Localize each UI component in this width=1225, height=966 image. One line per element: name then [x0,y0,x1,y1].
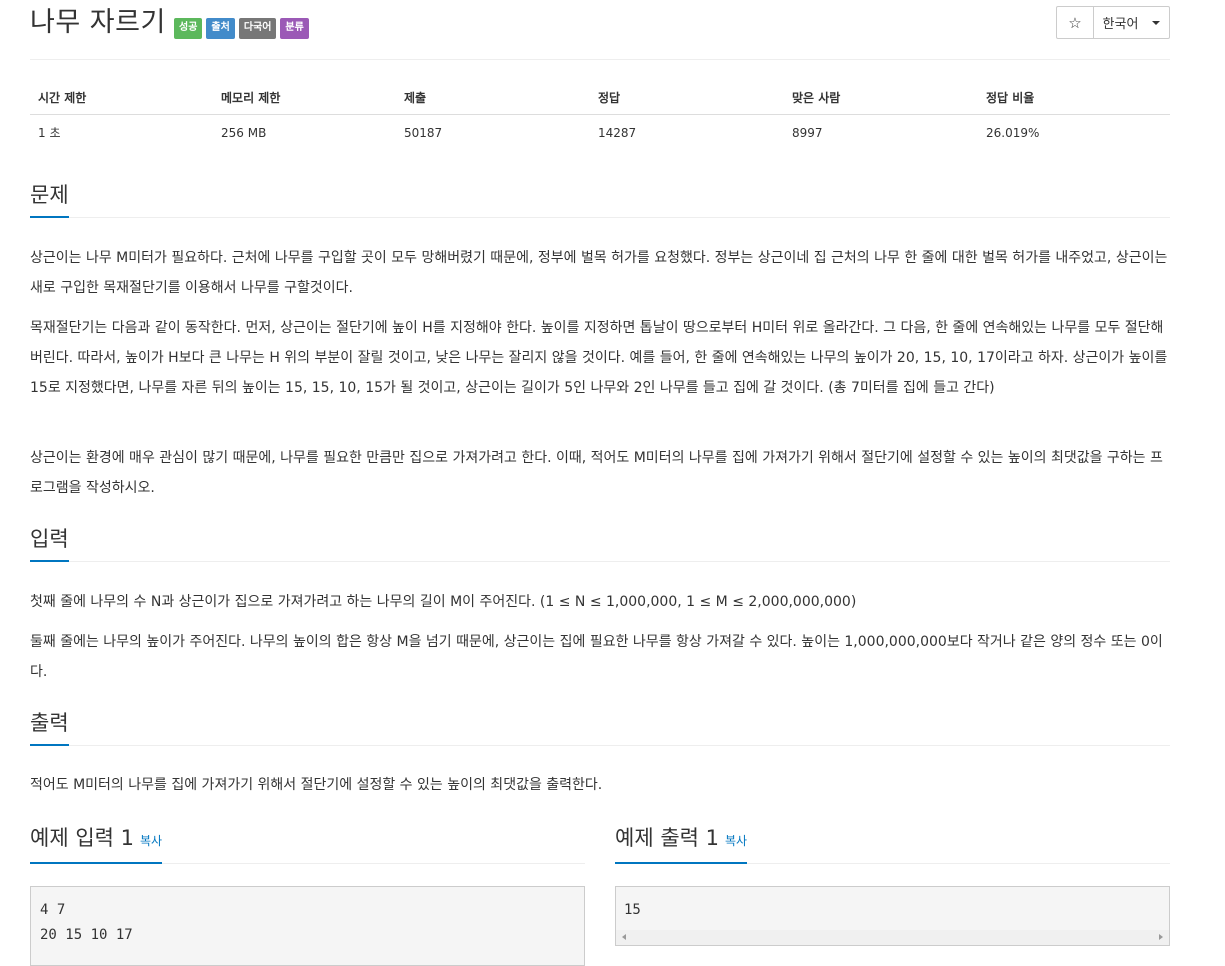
header-button-group: ☆ 한국어 [1056,6,1170,39]
submissions-value: 50187 [404,125,443,140]
language-dropdown[interactable]: 한국어 [1093,6,1170,39]
problem-heading: 문제 [30,181,69,218]
scroll-right-arrow-icon[interactable] [1159,934,1163,940]
header-solved-users: 맞은 사람 [784,80,978,115]
sample-output-box[interactable]: 15 [615,886,1170,946]
caret-down-icon [1152,20,1161,25]
input-heading: 입력 [30,525,69,562]
input-paragraph-1: 첫째 줄에 나무의 수 N과 상근이가 집으로 가져가려고 하는 나무의 길이 … [30,594,857,610]
sample-output-heading: 예제 출력 1 복사 [615,824,748,864]
input-paragraph-2: 둘째 줄에는 나무의 높이가 주어진다. 나무의 높이의 합은 항상 M을 넘기… [30,634,1163,680]
problem-paragraph-3: 상근이는 환경에 매우 관심이 많기 때문에, 나무를 필요한 만큼만 집으로 … [30,450,1163,496]
output-heading: 출력 [30,709,69,746]
problem-paragraph-1: 상근이는 나무 M미터가 필요하다. 근처에 나무를 구입할 곳이 모두 망해버… [30,250,1168,296]
sample-input-box[interactable]: 4 7 20 15 10 17 [30,886,585,966]
label-category[interactable]: 분류 [280,18,309,39]
table-header-row: 시간 제한 메모리 제한 제출 정답 맞은 사람 정답 비율 [30,80,1170,115]
header-time-limit: 시간 제한 [30,80,213,115]
header-submissions: 제출 [396,80,590,115]
copy-sample-input-link[interactable]: 복사 [140,834,162,848]
output-section-headline: 출력 [30,708,1170,746]
scroll-left-arrow-icon[interactable] [622,934,626,940]
input-section-headline: 입력 [30,524,1170,562]
sample-input-heading: 예제 입력 1 복사 [30,824,163,864]
sample-output-headline: 예제 출력 1 복사 [615,823,1170,864]
language-label: 한국어 [1102,17,1139,32]
problem-labels: 성공 출처 다국어 분류 [174,18,309,39]
sample-input-title: 예제 입력 1 [30,826,134,850]
favorite-button[interactable]: ☆ [1056,6,1094,39]
copy-sample-output-link[interactable]: 복사 [725,834,747,848]
sample-input-line-2: 20 15 10 17 [40,927,133,943]
label-source[interactable]: 출처 [206,18,235,39]
header-accept-rate: 정답 비율 [978,80,1170,115]
horizontal-scrollbar[interactable] [616,930,1169,945]
header-divider [30,59,1170,60]
sample-output-title: 예제 출력 1 [615,826,719,850]
title-row: 나무 자르기 성공 출처 다국어 분류 ☆ 한국어 [30,6,1170,46]
time-limit-value: 1 초 [38,126,61,140]
accepted-value: 14287 [598,125,637,140]
sample-input-headline: 예제 입력 1 복사 [30,823,585,864]
table-row: 1 초 256 MB 50187 14287 8997 26.019% [30,115,1170,151]
memory-limit-value: 256 MB [221,125,267,140]
header-memory-limit: 메모리 제한 [213,80,396,115]
page-title: 나무 자르기 [30,7,166,38]
label-multilang[interactable]: 다국어 [238,18,277,39]
problem-info-table: 시간 제한 메모리 제한 제출 정답 맞은 사람 정답 비율 1 초 256 M… [30,80,1170,150]
header-accepted: 정답 [590,80,784,115]
problem-paragraph-2: 목재절단기는 다음과 같이 동작한다. 먼저, 상근이는 절단기에 높이 H를 … [30,320,1168,396]
sample-output-line-1: 15 [624,902,641,918]
sample-input-line-1: 4 7 [40,902,66,918]
solved-users-value: 8997 [792,125,823,140]
star-outline-icon: ☆ [1068,13,1082,32]
label-success[interactable]: 성공 [174,18,203,39]
accept-rate-value: 26.019% [986,125,1040,140]
output-paragraph-1: 적어도 M미터의 나무를 집에 가져가기 위해서 절단기에 설정할 수 있는 높… [30,777,603,793]
problem-section-headline: 문제 [30,180,1170,218]
